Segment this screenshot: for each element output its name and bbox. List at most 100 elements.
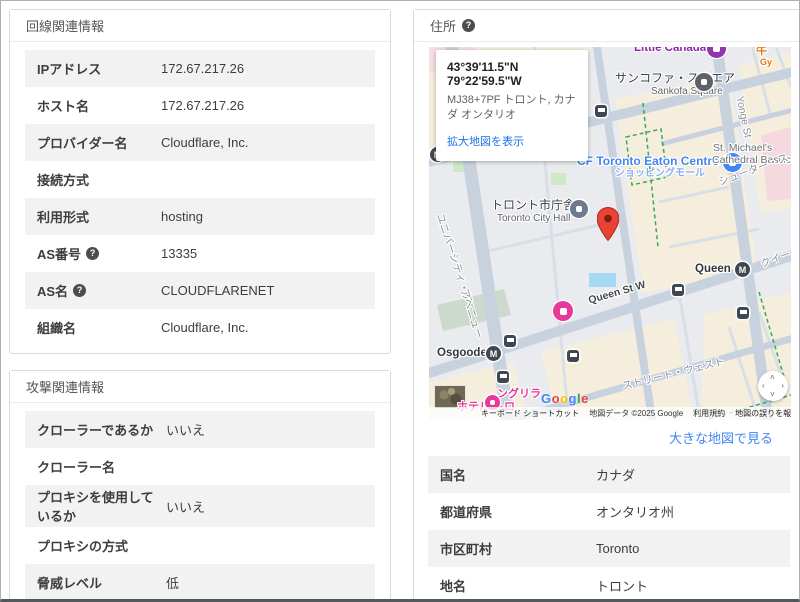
address-card-header: 住所 ? [414,10,799,42]
map-info-box: 43°39'11.5"N 79°22'59.5"W MJ38+7PF トロント,… [436,50,588,161]
attack-info-title: 攻撃関連情報 [26,380,105,395]
table-row: 国名 カナダ [428,456,790,493]
poi-city-hall-jp: トロント市庁舎 [491,198,576,212]
attack-info-card: 攻撃関連情報 クローラーであるか いいえ クローラー名 プロキシを使用しているか… [9,370,391,599]
map-attribution-bar: キーボード ショートカット 地図データ ©2025 Google 利用規約 地図… [429,407,791,420]
row-label: AS番号 ? [37,244,161,263]
table-row: IPアドレス 172.67.217.26 [25,50,375,87]
attack-info-card-header: 攻撃関連情報 [10,371,390,403]
row-label: 利用形式 [37,210,90,225]
line-info-body: IPアドレス 172.67.217.26 ホスト名 172.67.217.26 … [10,42,390,354]
table-row: 地名 トロント [428,567,790,599]
row-label: 地名 [440,579,467,594]
row-value: トロント [596,579,649,594]
table-row: AS番号 ? 13335 [25,235,375,272]
row-label: プロバイダー名 [37,136,128,151]
row-value: 13335 [161,246,198,261]
table-row: プロキシの方式 [25,527,375,564]
poi-sankofa-en: Sankofa Square [651,86,723,97]
row-value: Cloudflare, Inc. [161,135,249,150]
row-label: 市区町村 [440,542,493,557]
pan-down-arrow-icon[interactable]: ˅ [770,390,775,399]
table-row: AS名 ? CLOUDFLARENET [25,272,375,309]
city-hall-poi-icon[interactable] [570,200,588,218]
table-row: プロバイダー名 Cloudflare, Inc. [25,124,375,161]
pan-right-arrow-icon[interactable]: › [781,381,784,390]
row-value: オンタリオ州 [596,505,675,520]
keyboard-shortcuts-link[interactable]: キーボード ショートカット [481,408,579,419]
map-data-copyright: 地図データ ©2025 Google [589,409,684,418]
pink-poi-icon[interactable] [553,301,573,321]
help-icon[interactable]: ? [462,19,476,32]
poi-hotel-1: ングリラ [497,388,541,400]
enlarge-map-link[interactable]: 拡大地図を表示 [447,133,524,149]
row-label: 都道府県 [440,505,493,520]
row-value: 低 [166,576,180,591]
table-row: プロキシを使用しているか いいえ [25,485,375,527]
row-label: AS名 ? [37,281,161,300]
row-label: 脅威レベル [37,576,103,591]
larger-map-row: 大きな地図で見る [428,420,790,452]
subway-station-icon[interactable]: M [735,262,750,277]
row-value: hosting [161,209,203,224]
station-osgoode: Osgoode [437,347,487,359]
row-label: 接続方式 [37,173,90,188]
bus-stop-icon[interactable] [567,350,579,362]
coordinates-label: 43°39'11.5"N 79°22'59.5"W [447,60,522,88]
bus-stop-icon[interactable] [672,284,684,296]
report-map-error-link[interactable]: 地図の誤りを報告する [735,408,791,419]
map-pin-icon[interactable] [597,207,619,241]
row-label: クローラーであるか [37,423,154,438]
terms-link[interactable]: 利用規約 [693,408,725,419]
attack-info-body: クローラーであるか いいえ クローラー名 プロキシを使用しているか いいえ プロ… [10,403,390,599]
row-value: 172.67.217.26 [161,98,245,113]
table-row: 接続方式 [25,161,375,198]
table-row: ホスト名 172.67.217.26 [25,87,375,124]
poi-little-canada[interactable]: Little Canada [634,47,706,55]
subway-station-icon[interactable]: M [486,346,501,361]
sankofa-poi-icon[interactable] [695,73,713,91]
row-label: ホスト名 [37,99,90,114]
bus-stop-icon[interactable] [737,307,749,319]
table-row: クローラー名 [25,448,375,485]
row-value: Toronto [596,541,640,556]
pan-left-arrow-icon[interactable]: ‹ [762,381,765,390]
row-label: 国名 [440,468,467,483]
poi-eaton-centre-jp: ショッピングモール [615,168,705,179]
pan-up-arrow-icon[interactable]: ˄ [770,373,775,382]
row-value: 172.67.217.26 [161,61,245,76]
table-row: 都道府県 オンタリオ州 [428,493,790,530]
bus-stop-icon[interactable] [595,105,607,117]
table-row: 市区町村 Toronto [428,530,790,567]
poi-city-hall-en: Toronto City Hall [497,213,571,224]
address-card: 住所 ? Little Canada 牛 Gy サンコファ・スクエア Sanko… [413,9,799,599]
page: 回線関連情報 IPアドレス 172.67.217.26 ホスト名 172.67.… [0,0,800,602]
line-info-card-header: 回線関連情報 [10,10,390,42]
address-table: 国名 カナダ 都道府県 オンタリオ州 市区町村 Toronto 地名 トロント [428,456,790,599]
help-icon[interactable]: ? [86,247,100,260]
address-title: 住所 [430,19,457,34]
row-label: プロキシを使用しているか [37,490,154,524]
table-row: クローラーであるか いいえ [25,411,375,448]
pan-control[interactable]: ˄ ˅ ‹ › [758,371,788,401]
bus-stop-icon[interactable] [497,371,509,383]
poi-st-michaels-1: St. Michael's [713,142,773,154]
poi-sankofa-jp: サンコファ・スクエア [615,71,736,85]
view-larger-map-link[interactable]: 大きな地図で見る [669,431,773,446]
address-body: Little Canada 牛 Gy サンコファ・スクエア Sankofa Sq… [414,47,799,599]
row-value: Cloudflare, Inc. [161,320,249,335]
row-value: いいえ [166,499,206,515]
table-row: 脅威レベル 低 [25,564,375,599]
poi-eaton-centre[interactable]: CF Toronto Eaton Centre [577,154,719,169]
row-label: クローラー名 [37,460,116,475]
help-icon[interactable]: ? [73,284,87,297]
google-logo[interactable]: Google [541,391,589,406]
row-value: いいえ [166,423,206,438]
google-map-embed[interactable]: Little Canada 牛 Gy サンコファ・スクエア Sankofa Sq… [429,47,791,420]
row-value: CLOUDFLARENET [161,283,275,298]
row-label: 組織名 [37,321,77,336]
plus-code-address: MJ38+7PF トロント, カナダ オンタリオ [447,94,576,122]
row-label: IPアドレス [37,62,102,77]
line-info-title: 回線関連情報 [26,19,105,34]
bus-stop-icon[interactable] [504,335,516,347]
